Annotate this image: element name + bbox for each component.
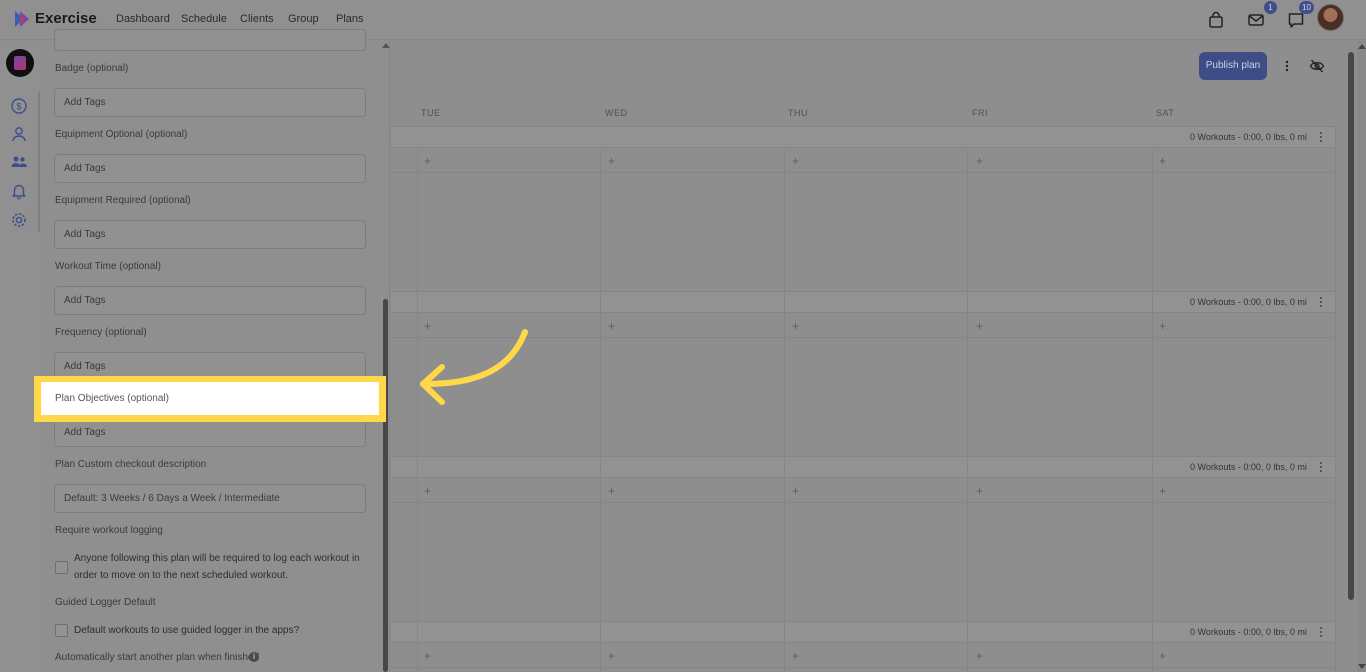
add-workout-button[interactable]: +: [792, 485, 799, 497]
require-logging-checkbox[interactable]: [55, 561, 68, 574]
day-header-wed: WED: [605, 108, 628, 118]
add-workout-button[interactable]: +: [608, 320, 615, 332]
window-scrollbar[interactable]: [1357, 41, 1366, 672]
add-workout-button[interactable]: +: [608, 155, 615, 167]
week-menu-icon[interactable]: [1318, 131, 1324, 143]
require-logging-text: Anyone following this plan will be requi…: [74, 553, 360, 581]
nav-clients[interactable]: Clients: [240, 13, 274, 25]
add-workout-row: [391, 479, 1335, 503]
publish-plan-button[interactable]: Publish plan: [1199, 52, 1267, 80]
checkout-description-label: Plan Custom checkout description: [55, 459, 207, 470]
day-header-fri: FRI: [972, 108, 988, 118]
frequency-label: Frequency (optional): [55, 327, 147, 338]
add-workout-button[interactable]: +: [1159, 320, 1166, 332]
week-menu-icon[interactable]: [1318, 296, 1324, 308]
chat-icon[interactable]: [1287, 11, 1305, 29]
add-workout-button[interactable]: +: [424, 485, 431, 497]
panel-scrollbar-thumb[interactable]: [383, 299, 388, 672]
guided-logger-text: Default workouts to use guided logger in…: [74, 625, 300, 636]
app-logo-icon[interactable]: [12, 9, 32, 29]
add-workout-button[interactable]: +: [792, 650, 799, 662]
equipment-optional-label: Equipment Optional (optional): [55, 129, 188, 140]
equipment-optional-tags-input[interactable]: Add Tags: [54, 154, 366, 183]
guided-logger-checkbox[interactable]: [55, 624, 68, 637]
add-workout-button[interactable]: +: [608, 650, 615, 662]
day-header-tue: TUE: [421, 108, 441, 118]
add-workout-button[interactable]: +: [792, 155, 799, 167]
nav-schedule[interactable]: Schedule: [181, 13, 227, 25]
add-workout-button[interactable]: +: [424, 155, 431, 167]
equipment-required-tags-input[interactable]: Add Tags: [54, 220, 366, 249]
add-workout-button[interactable]: +: [792, 320, 799, 332]
svg-text:$: $: [16, 102, 21, 112]
info-icon[interactable]: i: [249, 652, 259, 662]
panel-scroll-up-arrow[interactable]: [382, 43, 390, 48]
bell-icon[interactable]: [10, 182, 28, 200]
add-workout-button[interactable]: +: [976, 650, 983, 662]
week-summary: 0 Workouts - 0:00, 0 lbs, 0 mi: [1190, 627, 1307, 637]
add-workout-row: [391, 644, 1335, 668]
week-menu-icon[interactable]: [1318, 461, 1324, 473]
day-header-sat: SAT: [1156, 108, 1175, 118]
add-workout-button[interactable]: +: [976, 485, 983, 497]
day-divider: [1152, 149, 1153, 672]
more-options-icon[interactable]: [1284, 59, 1290, 73]
guided-logger-label: Guided Logger Default: [55, 597, 156, 608]
add-workout-button[interactable]: +: [424, 650, 431, 662]
day-header-thu: THU: [788, 108, 808, 118]
previous-field-input[interactable]: [54, 29, 366, 51]
week-summary: 0 Workouts - 0:00, 0 lbs, 0 mi: [1190, 462, 1307, 472]
window-scroll-up-arrow[interactable]: [1358, 44, 1366, 49]
add-workout-button[interactable]: +: [1159, 485, 1166, 497]
add-workout-button[interactable]: +: [1159, 155, 1166, 167]
add-workout-row: [391, 314, 1335, 338]
workout-time-label: Workout Time (optional): [55, 261, 161, 272]
mail-badge: 1: [1264, 1, 1277, 14]
calendar-right-border: [1335, 126, 1336, 672]
calendar-scrollbar-thumb[interactable]: [1348, 52, 1354, 600]
chat-badge: 10: [1299, 1, 1314, 14]
auto-start-label: Automatically start another plan when fi…: [55, 652, 260, 663]
badge-tags-input[interactable]: Add Tags: [54, 88, 366, 117]
add-workout-button[interactable]: +: [608, 485, 615, 497]
billing-icon[interactable]: $: [10, 97, 28, 115]
shopping-bag-icon[interactable]: [1207, 11, 1225, 29]
day-divider: [600, 149, 601, 672]
gear-icon[interactable]: [10, 211, 28, 229]
nav-plans[interactable]: Plans: [336, 13, 364, 25]
workout-time-tags-input[interactable]: Add Tags: [54, 286, 366, 315]
checkout-description-input[interactable]: Default: 3 Weeks / 6 Days a Week / Inter…: [54, 484, 366, 513]
add-workout-button[interactable]: +: [1159, 650, 1166, 662]
week-summary: 0 Workouts - 0:00, 0 lbs, 0 mi: [1190, 132, 1307, 142]
hide-eye-icon[interactable]: [1309, 58, 1325, 74]
window-scroll-down-arrow[interactable]: [1358, 664, 1366, 669]
nav-dashboard[interactable]: Dashboard: [116, 13, 170, 25]
week-menu-icon[interactable]: [1318, 626, 1324, 638]
badge-label: Badge (optional): [55, 63, 129, 74]
add-workout-row: [391, 149, 1335, 173]
mail-icon[interactable]: [1247, 11, 1265, 29]
app-name[interactable]: Exercise: [35, 10, 97, 27]
add-workout-button[interactable]: +: [976, 320, 983, 332]
equipment-required-label: Equipment Required (optional): [55, 195, 191, 206]
group-icon[interactable]: [10, 153, 28, 171]
week-summary: 0 Workouts - 0:00, 0 lbs, 0 mi: [1190, 297, 1307, 307]
plan-settings-panel: Badge (optional) Add Tags Equipment Opti…: [40, 29, 390, 672]
add-workout-button[interactable]: +: [976, 155, 983, 167]
nav-group[interactable]: Group: [288, 13, 319, 25]
day-divider: [784, 149, 785, 672]
plan-objectives-tags-input[interactable]: Add Tags: [54, 418, 366, 447]
require-logging-label: Require workout logging: [55, 525, 163, 536]
user-icon[interactable]: [10, 125, 28, 143]
org-logo[interactable]: [6, 49, 34, 77]
user-avatar[interactable]: [1317, 4, 1344, 31]
tutorial-arrow-icon: [412, 326, 532, 412]
day-divider: [967, 149, 968, 672]
plan-objectives-label: Plan Objectives (optional): [55, 393, 169, 404]
